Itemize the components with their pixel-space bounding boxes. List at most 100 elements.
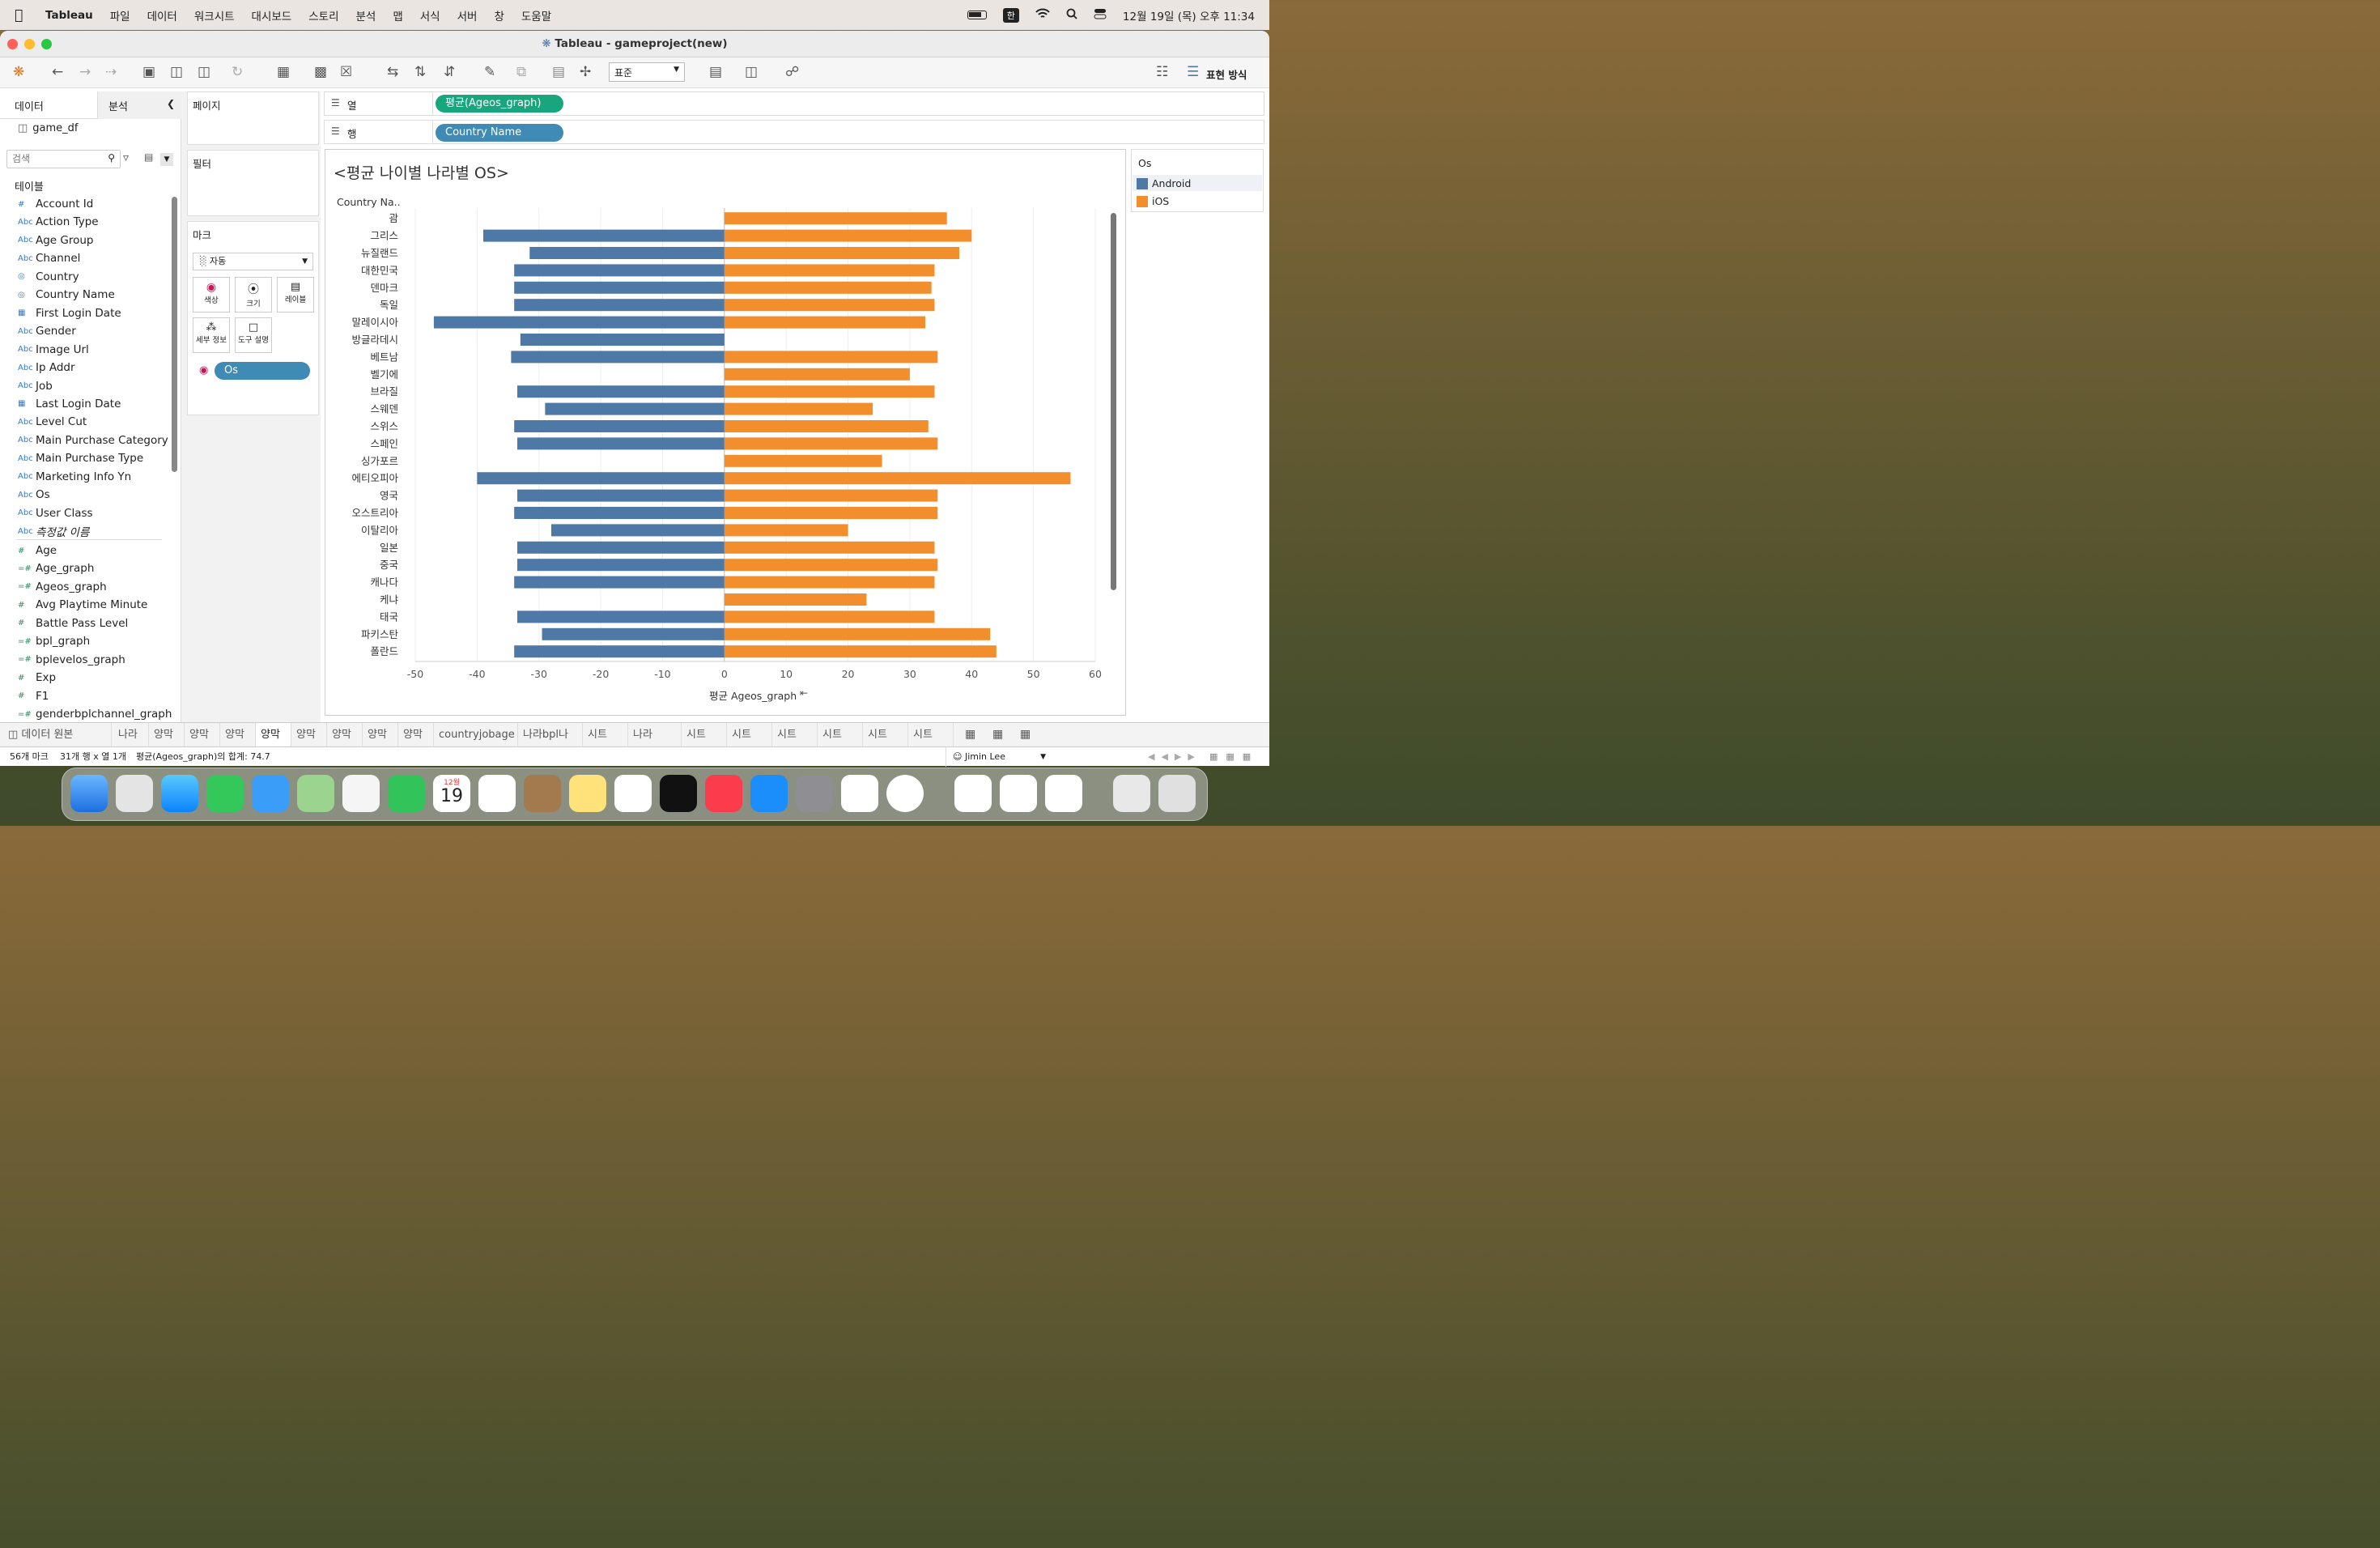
bar-ios[interactable] bbox=[724, 316, 925, 329]
bar-ios[interactable] bbox=[724, 437, 938, 450]
show-me-button[interactable]: 표현 방식 bbox=[1206, 66, 1247, 82]
menu-dashboard[interactable]: 대시보드 bbox=[252, 6, 292, 23]
calendar-icon[interactable]: 12월 19 bbox=[432, 774, 470, 812]
field-item[interactable]: Abc 측정값 이름 bbox=[18, 522, 172, 540]
field-item[interactable]: =# bplevelos_graph bbox=[18, 651, 172, 669]
field-item[interactable]: Abc User Class bbox=[18, 504, 172, 522]
bar-android[interactable] bbox=[514, 299, 725, 312]
tab-analysis[interactable]: 분석 bbox=[108, 98, 128, 113]
bar-android[interactable] bbox=[542, 627, 725, 640]
bar-android[interactable] bbox=[516, 437, 725, 450]
zoom-window-button[interactable] bbox=[40, 38, 52, 49]
sheet-tab[interactable]: 양막2 bbox=[185, 722, 220, 765]
field-item[interactable]: =# genderbplchannel_graph bbox=[18, 705, 172, 723]
bar-android[interactable] bbox=[514, 506, 725, 519]
facetime-icon[interactable] bbox=[387, 774, 425, 812]
bar-android[interactable] bbox=[477, 472, 725, 485]
bar-ios[interactable] bbox=[724, 351, 938, 364]
datasource-tab[interactable]: ◫ 데이터 원본 bbox=[0, 722, 112, 747]
bar-ios[interactable] bbox=[724, 229, 972, 242]
tableau-icon[interactable] bbox=[954, 774, 992, 812]
trash-icon[interactable] bbox=[1158, 774, 1196, 812]
menu-window[interactable]: 창 bbox=[494, 6, 504, 23]
bar-ios[interactable] bbox=[724, 472, 1071, 485]
sheet-tab[interactable]: 나라bpl나이 bbox=[518, 722, 583, 765]
menu-map[interactable]: 맵 bbox=[393, 6, 402, 23]
bar-android[interactable] bbox=[545, 402, 725, 415]
clock[interactable]: 12월 19일 (목) 오후 11:34 bbox=[1123, 6, 1255, 23]
bar-ios[interactable] bbox=[724, 299, 935, 312]
mark-type-select[interactable]: ░ 자동 ▼ bbox=[192, 252, 313, 270]
chrome-icon[interactable] bbox=[886, 774, 924, 812]
vscode-icon[interactable] bbox=[840, 774, 878, 812]
bar-android[interactable] bbox=[514, 264, 725, 277]
sheet-tab[interactable]: 시트 19 bbox=[818, 722, 863, 765]
new-datasource-icon[interactable]: ◫ bbox=[170, 64, 183, 80]
field-item[interactable]: =# Ageos_graph bbox=[18, 578, 172, 596]
bar-android[interactable] bbox=[514, 419, 725, 432]
bar-ios[interactable] bbox=[724, 419, 929, 432]
photos-icon[interactable] bbox=[342, 774, 380, 812]
field-item[interactable]: ◎ Country bbox=[18, 268, 172, 286]
tableau-prep-icon[interactable] bbox=[1044, 774, 1082, 812]
sheet-tab[interactable]: 양막8 bbox=[398, 722, 434, 765]
chevron-down-icon[interactable]: ▼ bbox=[159, 152, 173, 166]
reminders-icon[interactable] bbox=[478, 774, 516, 812]
show-me-icon[interactable]: ☰ bbox=[1187, 64, 1199, 80]
bar-ios[interactable] bbox=[724, 576, 935, 589]
bar-android[interactable] bbox=[516, 559, 725, 572]
wifi-icon[interactable] bbox=[1035, 7, 1050, 22]
group-icon[interactable]: ⧉ bbox=[516, 64, 526, 80]
bar-android[interactable] bbox=[514, 281, 725, 294]
color-button[interactable]: ◉ 색상 bbox=[192, 276, 230, 313]
field-item[interactable]: =# bpl_graph bbox=[18, 632, 172, 650]
sheet-tab[interactable]: 나라성 bbox=[113, 722, 149, 765]
sort-ascending-icon[interactable]: ⇅ bbox=[414, 64, 426, 80]
bar-ios[interactable] bbox=[724, 402, 873, 415]
size-button[interactable]: ⦿ 크기 bbox=[234, 276, 272, 313]
replay-icon[interactable]: ⇢ bbox=[105, 64, 117, 80]
columns-pill[interactable]: 평균(Ageos_graph) bbox=[435, 94, 563, 113]
duplicate-sheet-icon[interactable]: ▩ bbox=[314, 64, 327, 80]
pause-updates-icon[interactable]: ◫ bbox=[198, 64, 210, 80]
contacts-icon[interactable] bbox=[523, 774, 561, 812]
minimize-window-button[interactable] bbox=[23, 38, 35, 49]
sheet-tab[interactable]: 양막7 bbox=[363, 722, 398, 765]
scrollbar[interactable] bbox=[1110, 212, 1116, 590]
field-item[interactable]: =# Age_graph bbox=[18, 559, 172, 577]
sheet-tab[interactable]: 시트 16 bbox=[682, 722, 727, 765]
bar-ios[interactable] bbox=[724, 212, 947, 225]
bar-ios[interactable] bbox=[724, 593, 867, 606]
sheet-tab[interactable]: 시트 17 bbox=[727, 722, 772, 765]
music-icon[interactable] bbox=[704, 774, 742, 812]
menu-worksheet[interactable]: 워크시트 bbox=[194, 6, 235, 23]
finder-icon[interactable] bbox=[70, 774, 108, 812]
new-worksheet-icon[interactable]: ▦ bbox=[965, 728, 975, 741]
save-icon[interactable]: ▣ bbox=[142, 64, 155, 80]
sheet-tab[interactable]: countryjobage bbox=[434, 722, 518, 747]
field-item[interactable]: # Account Id bbox=[18, 195, 172, 213]
detail-button[interactable]: ⁂ 세부 정보 bbox=[192, 317, 230, 353]
launchpad-icon[interactable] bbox=[115, 774, 153, 812]
sheet-tab[interactable]: 양막4 bbox=[255, 722, 291, 765]
format-painter-icon[interactable]: ☷ bbox=[1156, 64, 1168, 80]
field-item[interactable]: Abc Job bbox=[18, 376, 172, 394]
menu-file[interactable]: 파일 bbox=[110, 6, 130, 23]
sheet-tab[interactable]: 시트 21 bbox=[863, 722, 908, 765]
messages-icon[interactable] bbox=[206, 774, 244, 812]
sheet-tab[interactable]: 양막1 bbox=[149, 722, 185, 765]
redo-icon[interactable]: → bbox=[79, 64, 91, 80]
bar-ios[interactable] bbox=[724, 506, 938, 519]
bar-android[interactable] bbox=[514, 645, 725, 658]
field-item[interactable]: ▦ First Login Date bbox=[18, 304, 172, 322]
menu-data[interactable]: 데이터 bbox=[147, 6, 177, 23]
bar-ios[interactable] bbox=[724, 264, 935, 277]
downloads-stack-icon[interactable] bbox=[1112, 774, 1150, 812]
show-cards-icon[interactable]: ▤ bbox=[709, 64, 722, 80]
bar-android[interactable] bbox=[516, 489, 725, 502]
tooltip-button[interactable]: □ 도구 설명 bbox=[234, 317, 272, 353]
field-item[interactable]: Abc Channel bbox=[18, 249, 172, 267]
bar-android[interactable] bbox=[516, 610, 725, 623]
spotlight-icon[interactable] bbox=[1066, 7, 1077, 22]
legend-swatch-android[interactable] bbox=[1136, 177, 1148, 189]
